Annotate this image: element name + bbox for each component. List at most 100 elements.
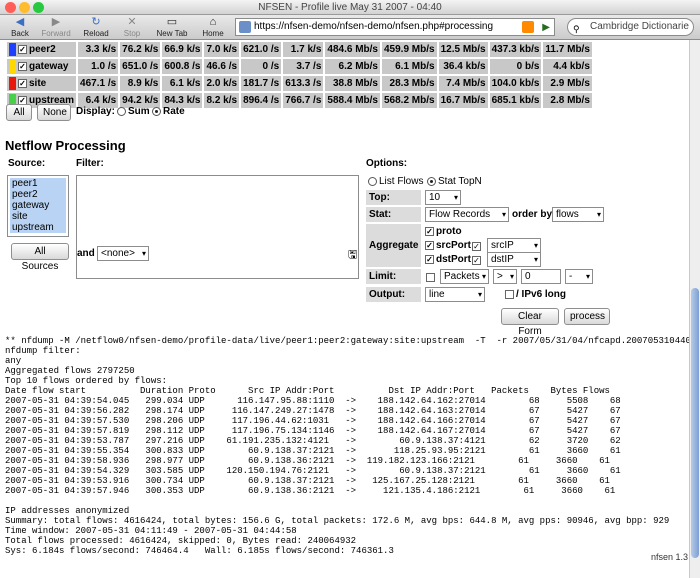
source-item-site[interactable]: site [12,211,66,222]
dstport-checkbox[interactable]: ✓ dstPort [425,254,471,265]
new-tab-button[interactable]: ▭ New Tab [150,16,194,38]
sum-radio[interactable]: Sum [117,106,150,117]
and-label: and [77,248,95,259]
stats-cell: 459.9 Mb/s [381,42,437,57]
sum-label: Sum [128,106,150,117]
stats-cell: 46.6 /s [204,59,240,74]
limit-type-select[interactable]: Packets ▾ [440,269,489,284]
proto-label: proto [436,226,462,237]
window-titlebar: NFSEN - Profile live May 31 2007 - 04:40 [0,0,700,15]
forward-arrow-icon: ▶ [51,16,61,28]
forward-button[interactable]: ▶ Forward [36,16,76,38]
srcport-checkbox[interactable]: ✓ srcPort [425,240,471,251]
stats-cell: 685.1 kb/s [489,93,542,108]
filter-textarea[interactable] [76,175,359,279]
stat-select-value: Flow Records [429,209,491,220]
stats-cell: 4.4 kb/s [543,59,592,74]
browser-toolbar: ◀ Back ▶ Forward ↻ Reload ✕ Stop ▭ New T… [0,15,700,40]
stop-button[interactable]: ✕ Stop [112,16,152,38]
reload-label: Reload [83,29,109,38]
options-label: Options: [366,158,408,169]
search-placeholder: Cambridge Dictionarie [590,21,689,32]
channel-checkbox[interactable]: ✓ [18,62,27,71]
output-select[interactable]: line ▾ [425,287,485,302]
stats-cell: 613.3 /s [283,76,324,91]
order-by-select[interactable]: flows ▾ [552,207,604,222]
channel-checkbox[interactable]: ✓ [18,45,27,54]
limit-checkbox[interactable] [426,271,437,283]
zoom-window-button[interactable] [33,2,44,13]
limit-unit-select[interactable]: - ▾ [565,269,593,284]
chevron-down-icon: ▾ [533,255,538,264]
stats-cell: 6.1 k/s [162,76,203,91]
page-content: ✓ peer2 3.3 k/s 76.2 k/s 66.9 k/s 7.0 k/s 621.… [0,40,689,578]
list-flows-radio[interactable]: List Flows [368,176,423,187]
none-button[interactable]: None [37,104,71,121]
limit-check [426,272,435,282]
source-item-gateway[interactable]: gateway [12,200,66,211]
stats-cell: 7.0 k/s [204,42,240,57]
sum-radio-dot [117,106,126,116]
limit-value-input[interactable]: 0 [521,269,561,284]
output-select-value: line [429,289,445,300]
stats-cell: 36.4 kb/s [438,59,488,74]
rate-radio[interactable]: Rate [152,106,185,117]
stats-cell: 600.8 /s [162,59,203,74]
vertical-scrollbar[interactable] [689,40,700,578]
channel-name: site [29,78,47,90]
dstip-check: ✓ [472,255,481,265]
scrollbar-thumb[interactable] [691,288,699,558]
source-item-peer2[interactable]: peer2 [12,189,66,200]
stat-topn-radio[interactable]: Stat TopN [427,176,482,187]
limit-value-text: 0 [525,271,531,282]
stats-cell: 2.8 Mb/s [543,93,592,108]
srcip-select[interactable]: srcIP ▾ [487,238,541,253]
home-button[interactable]: ⌂ Home [193,16,233,38]
url-bar[interactable]: https://nfsen-demo/nfsen-demo/nfsen.php#… [235,18,555,36]
stats-cell: 8.9 k/s [120,76,161,91]
dstip-checkbox[interactable]: ✓ [472,254,483,266]
minimize-window-button[interactable] [19,2,30,13]
site-icon [239,21,251,33]
chevron-down-icon: ▾ [501,210,506,219]
back-label: Back [11,29,29,38]
top-select[interactable]: 10 ▾ [425,190,461,205]
source-item-peer1[interactable]: peer1 [12,178,66,189]
top-label: Top: [366,190,421,205]
stat-select[interactable]: Flow Records ▾ [425,207,509,222]
reload-button[interactable]: ↻ Reload [76,16,116,38]
aggregate-label: Aggregate [366,224,421,267]
stats-cell: 484.6 Mb/s [325,42,380,57]
stats-cell: 3.7 /s [283,59,324,74]
stop-label: Stop [123,29,141,38]
back-button[interactable]: ◀ Back [0,16,40,38]
srcip-checkbox[interactable]: ✓ [472,240,483,252]
search-input[interactable]: ⚲ Cambridge Dictionarie [567,18,694,36]
channel-checkbox[interactable]: ✓ [18,79,27,88]
process-button[interactable]: process [564,308,610,325]
limit-op-select[interactable]: > ▾ [493,269,517,284]
and-select[interactable]: <none> ▾ [97,246,149,261]
dstip-select[interactable]: dstIP ▾ [487,252,541,267]
stats-cell: 588.4 Mb/s [325,93,380,108]
ipv6-checkbox[interactable]: / IPv6 long [505,289,566,300]
rate-label: Rate [163,106,185,117]
save-disk-icon[interactable]: 🖫 [348,246,357,265]
stats-cell: 1.0 /s [78,59,119,74]
rss-icon[interactable] [522,21,534,33]
clear-form-button[interactable]: Clear Form [501,308,559,337]
new-tab-icon: ▭ [166,16,178,28]
source-item-upstream[interactable]: upstream [12,222,66,233]
chevron-down-icon: ▾ [533,241,538,250]
top-select-value: 10 [429,192,441,203]
all-button[interactable]: All [6,104,32,121]
source-listbox[interactable]: peer1 peer2 gateway site upstream [7,175,69,237]
dstport-check: ✓ [425,254,434,264]
go-icon[interactable]: ▶ [542,20,550,35]
stats-cell: 6.1 Mb/s [381,59,437,74]
close-window-button[interactable] [5,2,16,13]
proto-checkbox[interactable]: ✓ proto [425,226,462,237]
stats-cell: 8.2 k/s [204,93,240,108]
all-sources-button[interactable]: All Sources [11,243,69,272]
stat-topn-label: Stat TopN [438,176,482,187]
